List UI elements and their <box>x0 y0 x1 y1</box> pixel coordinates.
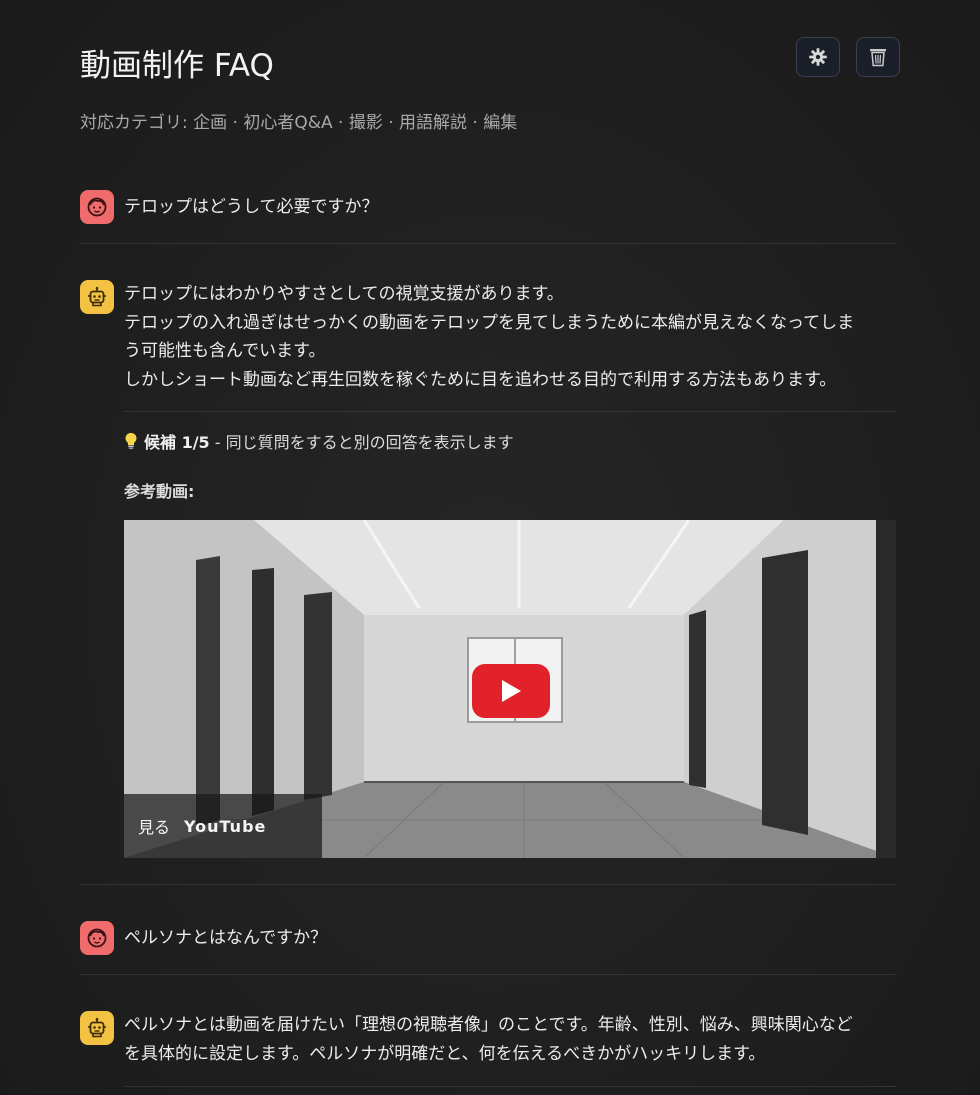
message-line: テロップの入れ過ぎはせっかくの動画をテロップを見てしまうために本編が見えなくなっ… <box>124 312 855 333</box>
user-face-icon <box>87 197 107 217</box>
user-avatar <box>80 921 114 955</box>
message-line: ペルソナとは動画を届けたい「理想の視聴者像」のことです。年齢、性別、悩み、興味関… <box>124 1015 853 1035</box>
lightbulb-icon <box>125 433 137 450</box>
reference-video-label: 参考動画: <box>124 482 195 501</box>
user-message: ペルソナとはなんですか？ <box>80 921 896 955</box>
candidate-note: - 同じ質問をすると別の回答を表示します <box>209 433 514 452</box>
candidate-label: 候補 1/5 <box>144 433 210 452</box>
message-text: ペルソナとは動画を届けたい「理想の視聴者像」のことです。年齢、性別、悩み、興味関… <box>124 1011 896 1068</box>
play-button[interactable] <box>472 664 550 718</box>
watch-label: 見る <box>138 818 171 837</box>
bot-avatar <box>80 1011 114 1045</box>
play-icon <box>502 680 521 702</box>
video-thumbnail[interactable]: 見る YouTube <box>124 520 896 858</box>
message-text: テロップはどうして必要ですか？ <box>124 197 379 217</box>
bot-message: テロップにはわかりやすさとしての視覚支援があります。 テロップの入れ過ぎはせっか… <box>80 280 896 394</box>
message-divider <box>80 974 896 975</box>
youtube-label: YouTube <box>184 816 267 836</box>
settings-button[interactable] <box>796 37 840 77</box>
message-line: テロップにはわかりやすさとしての視覚支援があります。 <box>124 284 564 304</box>
clear-history-button[interactable] <box>856 37 900 77</box>
gear-icon <box>809 48 827 66</box>
answer-divider <box>124 411 896 412</box>
robot-icon <box>88 286 106 307</box>
message-line: しかしショート動画など再生回数を稼ぐために目を追わせる目的で利用する方法もありま… <box>124 369 837 390</box>
robot-icon <box>88 1017 106 1038</box>
answer-divider <box>124 1086 896 1087</box>
user-message: テロップはどうして必要ですか？ <box>80 190 896 224</box>
faq-page: 動画制作 FAQ 対応カテゴリ: 企画 · 初心者Q&A · 撮影 · 用語解説… <box>0 0 980 1095</box>
message-divider <box>80 884 896 885</box>
user-avatar <box>80 190 114 224</box>
message-divider <box>80 243 896 244</box>
header: 動画制作 FAQ 対応カテゴリ: 企画 · 初心者Q&A · 撮影 · 用語解説… <box>80 37 902 133</box>
category-subtitle: 対応カテゴリ: 企画 · 初心者Q&A · 撮影 · 用語解説 · 編集 <box>80 113 518 133</box>
trash-icon <box>870 49 886 67</box>
user-face-icon <box>87 928 107 948</box>
bot-avatar <box>80 280 114 314</box>
message-text: テロップにはわかりやすさとしての視覚支援があります。 テロップの入れ過ぎはせっか… <box>124 280 896 394</box>
page-title: 動画制作 FAQ <box>80 48 274 84</box>
message-text: ペルソナとはなんですか？ <box>124 928 328 948</box>
watch-on-youtube-link[interactable]: 見る YouTube <box>124 794 322 858</box>
message-line: う可能性も含んでいます。 <box>124 341 326 361</box>
bot-message: ペルソナとは動画を届けたい「理想の視聴者像」のことです。年齢、性別、悩み、興味関… <box>80 1011 896 1068</box>
candidate-info: 候補 1/5 - 同じ質問をすると別の回答を表示します <box>124 430 514 456</box>
message-line: を具体的に設定します。ペルソナが明確だと、何を伝えるべきかがハッキリします。 <box>124 1043 766 1064</box>
